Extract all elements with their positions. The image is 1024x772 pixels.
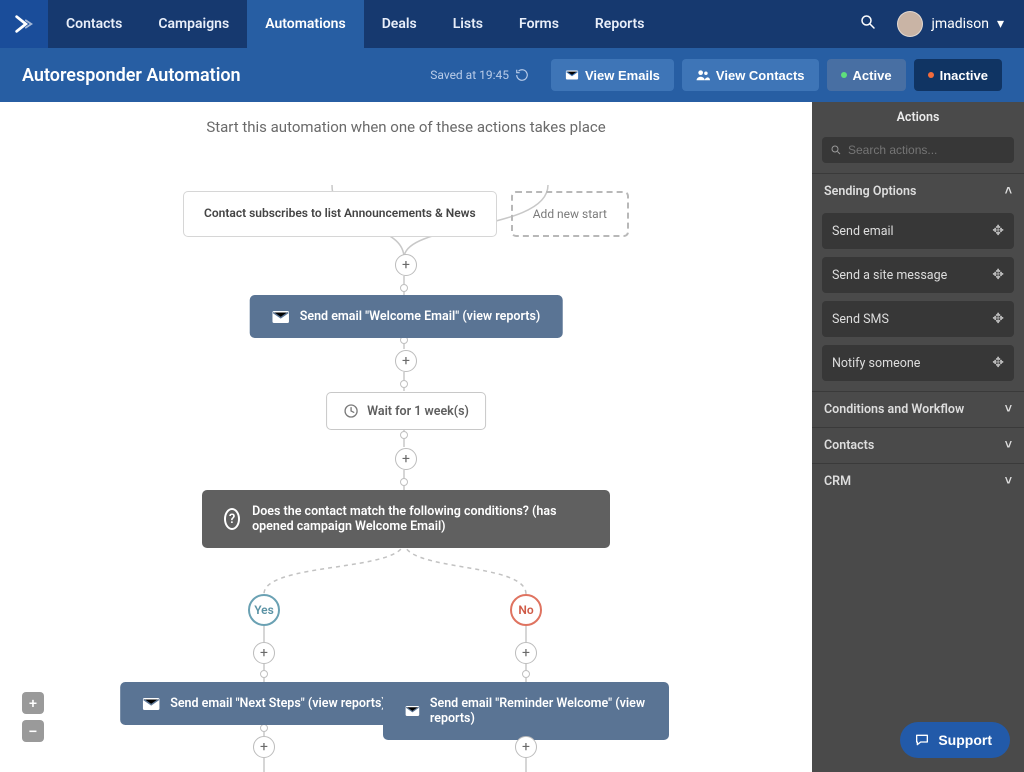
- action-notify-someone[interactable]: Notify someone ✥: [822, 345, 1014, 381]
- move-icon: ✥: [992, 223, 1004, 239]
- nav-deals[interactable]: Deals: [364, 0, 435, 48]
- move-icon: ✥: [992, 311, 1004, 327]
- automation-canvas[interactable]: Start this automation when one of these …: [0, 102, 812, 772]
- subbar: Autoresponder Automation Saved at 19:45 …: [0, 48, 1024, 102]
- chevron-down-icon: ▾: [997, 16, 1004, 32]
- zoom-controls: + −: [22, 692, 44, 742]
- nav-items: Contacts Campaigns Automations Deals Lis…: [48, 0, 662, 48]
- action-send-email[interactable]: Send email ✥: [822, 213, 1014, 249]
- add-step-no-2[interactable]: +: [515, 736, 537, 758]
- add-step-yes-2[interactable]: +: [253, 736, 275, 758]
- top-nav: Contacts Campaigns Automations Deals Lis…: [0, 0, 1024, 48]
- chevron-down-icon: ˅: [1005, 474, 1012, 489]
- section-crm[interactable]: CRM ˅: [812, 463, 1024, 499]
- start-row: Contact subscribes to list Announcements…: [0, 191, 812, 237]
- status-active-button[interactable]: Active: [827, 59, 906, 91]
- search-icon[interactable]: [859, 13, 877, 35]
- zoom-in-button[interactable]: +: [22, 692, 44, 714]
- actions-search-input[interactable]: [848, 143, 1006, 157]
- nav-reports[interactable]: Reports: [577, 0, 663, 48]
- add-new-start[interactable]: Add new start: [511, 191, 629, 237]
- username: jmadison: [931, 16, 988, 32]
- node-send-next-steps-email[interactable]: Send email "Next Steps" (view reports): [120, 682, 408, 725]
- chevron-up-icon: ˄: [1005, 184, 1012, 199]
- nav-forms[interactable]: Forms: [501, 0, 577, 48]
- logo-icon[interactable]: [0, 0, 48, 48]
- dot-orange-icon: [928, 72, 934, 78]
- view-contacts-button[interactable]: View Contacts: [682, 59, 819, 91]
- node-wait[interactable]: Wait for 1 week(s): [326, 392, 486, 430]
- add-step-1[interactable]: +: [395, 254, 417, 276]
- action-send-sms[interactable]: Send SMS ✥: [822, 301, 1014, 337]
- support-button[interactable]: Support: [900, 722, 1010, 758]
- section-contacts[interactable]: Contacts ˅: [812, 427, 1024, 463]
- branch-no[interactable]: No: [510, 594, 542, 626]
- saved-at: Saved at 19:45: [430, 68, 529, 82]
- node-condition[interactable]: ? Does the contact match the following c…: [202, 490, 610, 548]
- start-caption: Start this automation when one of these …: [0, 102, 812, 146]
- action-send-site-message[interactable]: Send a site message ✥: [822, 257, 1014, 293]
- question-icon: ?: [224, 508, 240, 530]
- node-send-welcome-email[interactable]: Send email "Welcome Email" (view reports…: [250, 295, 563, 338]
- actions-search[interactable]: [822, 137, 1014, 163]
- nav-automations[interactable]: Automations: [247, 0, 364, 48]
- dot-green-icon: [841, 72, 847, 78]
- nav-lists[interactable]: Lists: [435, 0, 501, 48]
- move-icon: ✥: [992, 355, 1004, 371]
- add-step-no-1[interactable]: +: [515, 642, 537, 664]
- avatar: [897, 11, 923, 37]
- add-step-2[interactable]: +: [395, 350, 417, 372]
- nav-campaigns[interactable]: Campaigns: [140, 0, 247, 48]
- chevron-down-icon: ˅: [1005, 438, 1012, 453]
- add-step-yes-1[interactable]: +: [253, 642, 275, 664]
- nav-contacts[interactable]: Contacts: [48, 0, 140, 48]
- support-widget: Support: [900, 722, 1010, 758]
- section-conditions-workflow[interactable]: Conditions and Workflow ˅: [812, 391, 1024, 427]
- view-emails-button[interactable]: View Emails: [551, 59, 674, 91]
- chevron-down-icon: ˅: [1005, 402, 1012, 417]
- node-send-reminder-welcome-email[interactable]: Send email "Reminder Welcome" (view repo…: [383, 682, 669, 740]
- actions-panel: Actions Sending Options ˄ Send email ✥ S…: [812, 102, 1024, 772]
- section-sending-options[interactable]: Sending Options ˄: [812, 173, 1024, 209]
- actions-title: Actions: [812, 102, 1024, 133]
- move-icon: ✥: [992, 267, 1004, 283]
- user-menu[interactable]: jmadison ▾: [897, 11, 1004, 37]
- page-title: Autoresponder Automation: [22, 65, 241, 86]
- start-trigger[interactable]: Contact subscribes to list Announcements…: [183, 191, 497, 237]
- status-inactive-button[interactable]: Inactive: [914, 59, 1002, 91]
- add-step-3[interactable]: +: [395, 448, 417, 470]
- branch-yes[interactable]: Yes: [248, 594, 280, 626]
- zoom-out-button[interactable]: −: [22, 720, 44, 742]
